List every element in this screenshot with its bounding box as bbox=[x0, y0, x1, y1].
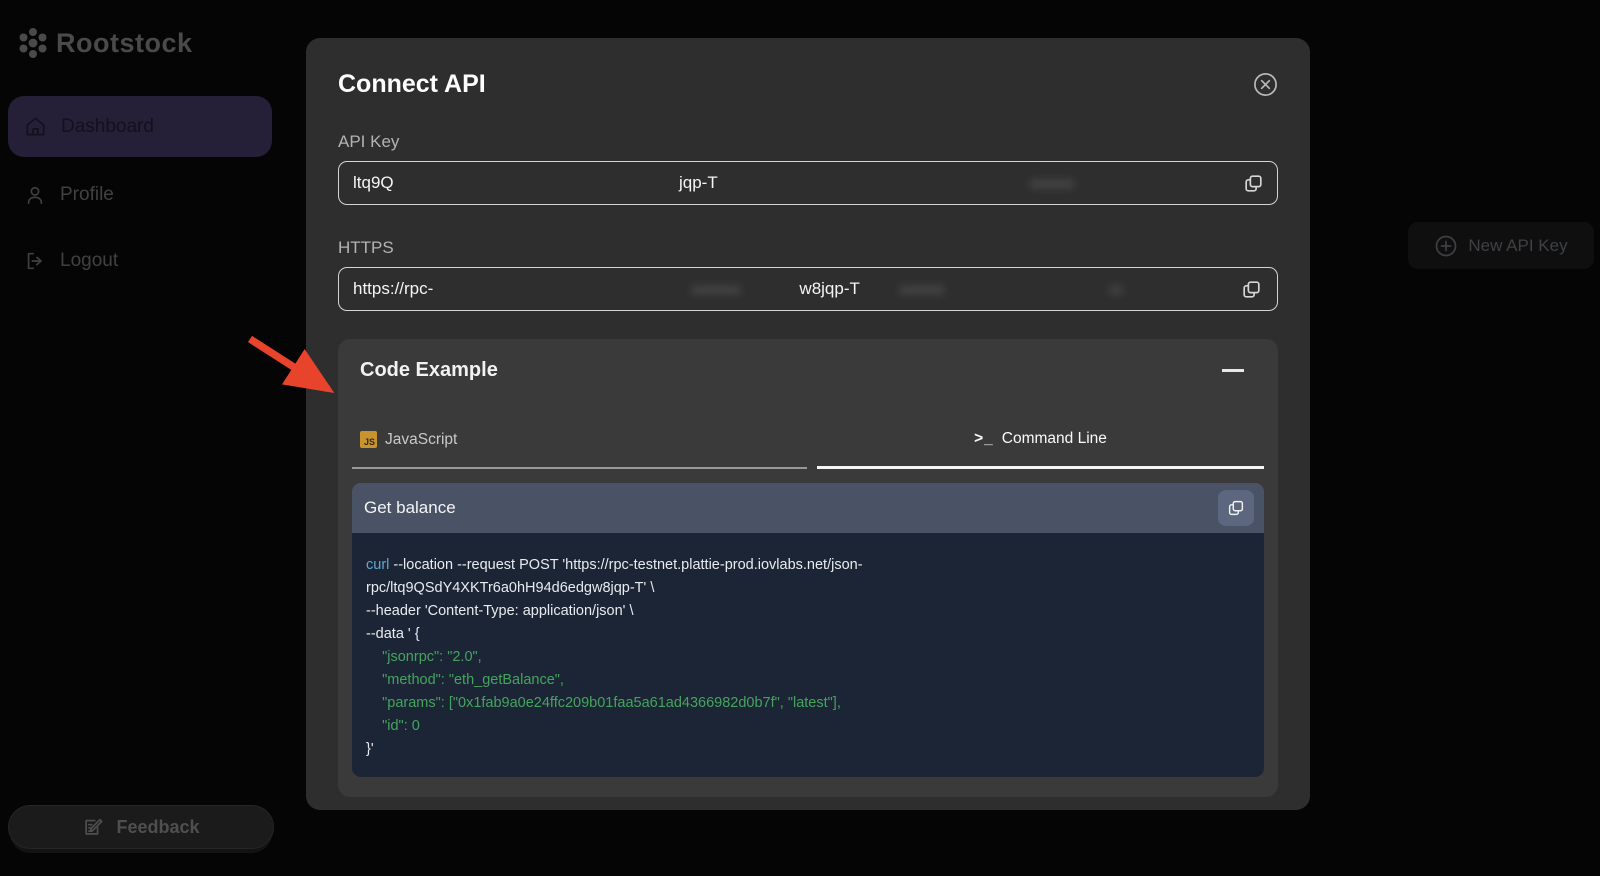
sidebar-item-label: Dashboard bbox=[61, 116, 154, 138]
redacted-blur bbox=[691, 285, 741, 295]
api-key-label: API Key bbox=[338, 132, 1278, 152]
code-line: --header 'Content-Type: application/json… bbox=[366, 600, 1252, 623]
new-api-key-button[interactable]: New API Key bbox=[1408, 222, 1594, 269]
snippet-title: Get balance bbox=[364, 498, 456, 518]
user-icon bbox=[24, 184, 46, 206]
code-line: rpc/ltq9QSdY4XKTr6a0hH94d6edgw8jqp-T' \ bbox=[366, 577, 1252, 600]
https-label: HTTPS bbox=[338, 238, 1278, 258]
code-example-title: Code Example bbox=[360, 359, 498, 382]
snippet-header: Get balance bbox=[352, 483, 1264, 533]
api-key-value-end: jqp-T bbox=[679, 173, 718, 193]
sidebar-item-profile[interactable]: Profile bbox=[8, 178, 272, 212]
terminal-prompt-icon: >_ bbox=[974, 430, 994, 448]
connect-api-modal: Connect API API Key ltq9Q jqp-T bbox=[306, 38, 1310, 810]
api-key-value-start: ltq9Q bbox=[353, 173, 394, 193]
https-value-end: w8jqp-T bbox=[799, 279, 859, 299]
redacted-blur bbox=[1109, 285, 1123, 295]
code-block: curl --location --request POST 'https://… bbox=[352, 533, 1264, 777]
js-badge-icon: JS bbox=[360, 431, 377, 448]
copy-https-button[interactable] bbox=[1240, 278, 1263, 301]
sidebar-item-label: Profile bbox=[60, 184, 114, 206]
tab-command-line-label: Command Line bbox=[1002, 430, 1107, 448]
code-line: --data ' { bbox=[366, 623, 1252, 646]
modal-title: Connect API bbox=[338, 70, 486, 99]
code-line: "jsonrpc": "2.0", bbox=[366, 646, 1252, 669]
sidebar-item-logout[interactable]: Logout bbox=[8, 244, 272, 278]
code-language-tabs: JS JavaScript >_ Command Line bbox=[352, 430, 1264, 469]
tab-javascript-label: JavaScript bbox=[385, 431, 457, 449]
tab-javascript[interactable]: JS JavaScript bbox=[352, 430, 807, 469]
new-api-key-label: New API Key bbox=[1468, 236, 1567, 256]
minimize-icon bbox=[1222, 369, 1244, 372]
plus-circle-icon bbox=[1434, 234, 1458, 258]
feedback-icon bbox=[82, 816, 104, 838]
https-value-start: https://rpc- bbox=[353, 279, 433, 299]
copy-icon bbox=[1226, 498, 1246, 518]
code-snippet: Get balance curl --location --request PO… bbox=[352, 483, 1264, 777]
redacted-blur bbox=[1029, 179, 1075, 189]
rootstock-logo-icon bbox=[16, 26, 50, 60]
sidebar-item-dashboard[interactable]: Dashboard bbox=[8, 96, 272, 157]
collapse-button[interactable] bbox=[1218, 365, 1248, 376]
copy-icon bbox=[1242, 172, 1265, 195]
screen: Rootstock Dashboard Profile bbox=[0, 0, 1600, 876]
copy-snippet-button[interactable] bbox=[1218, 490, 1254, 526]
redacted-blur bbox=[899, 285, 945, 295]
sidebar-item-label: Logout bbox=[60, 250, 118, 272]
close-button[interactable] bbox=[1253, 72, 1278, 97]
sidebar: Rootstock Dashboard Profile bbox=[0, 0, 282, 876]
feedback-label: Feedback bbox=[116, 817, 199, 838]
brand-logo: Rootstock bbox=[16, 26, 193, 60]
code-example-card: Code Example JS JavaScript >_ Command Li… bbox=[338, 339, 1278, 797]
code-line: "params": ["0x1fab9a0e24ffc209b01faa5a61… bbox=[366, 692, 1252, 715]
code-line: "id": 0 bbox=[366, 715, 1252, 738]
close-icon bbox=[1253, 72, 1278, 97]
copy-api-key-button[interactable] bbox=[1242, 172, 1265, 195]
logout-icon bbox=[24, 250, 46, 272]
code-line: }' bbox=[366, 738, 1252, 761]
https-input[interactable]: https://rpc- w8jqp-T bbox=[338, 267, 1278, 311]
tab-command-line[interactable]: >_ Command Line bbox=[817, 430, 1264, 469]
api-key-input[interactable]: ltq9Q jqp-T bbox=[338, 161, 1278, 205]
feedback-button[interactable]: Feedback bbox=[8, 805, 274, 849]
home-icon bbox=[24, 115, 47, 138]
brand-name: Rootstock bbox=[56, 28, 193, 59]
code-line: "method": "eth_getBalance", bbox=[366, 669, 1252, 692]
code-line: curl --location --request POST 'https://… bbox=[366, 554, 1252, 577]
copy-icon bbox=[1240, 278, 1263, 301]
